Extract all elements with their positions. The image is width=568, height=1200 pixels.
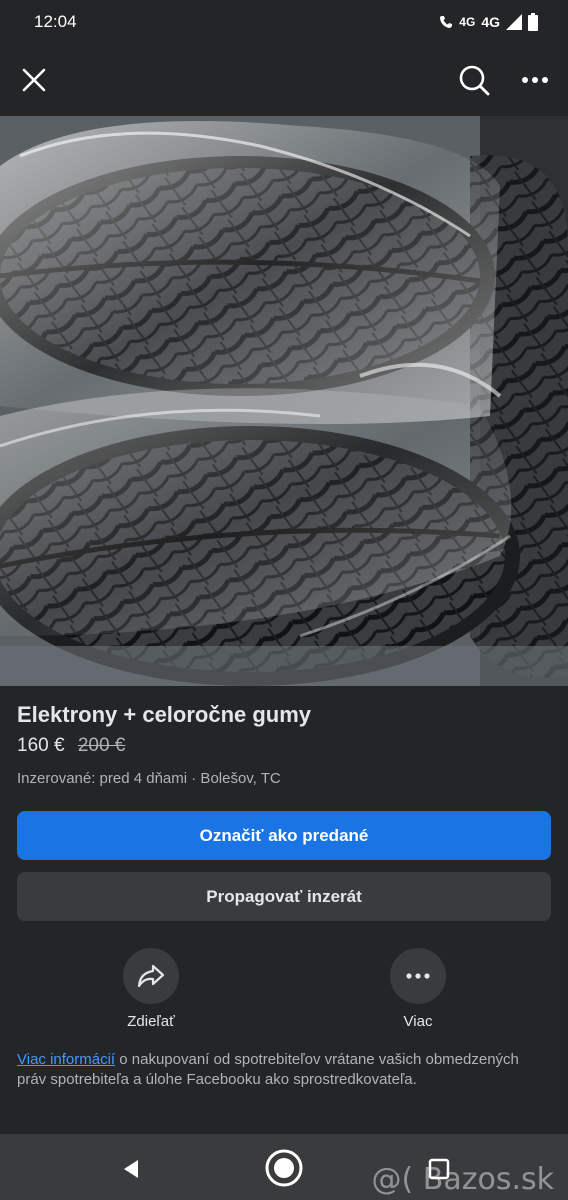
price-row: 160 € 200 € — [17, 735, 125, 757]
battery-icon — [528, 13, 538, 31]
more-button[interactable] — [515, 60, 555, 100]
share-button[interactable] — [123, 948, 179, 1004]
search-icon — [459, 65, 490, 96]
status-time: 12:04 — [34, 12, 77, 31]
listing-title: Elektrony + celoročne gumy — [17, 702, 312, 727]
back-button[interactable] — [114, 1152, 148, 1186]
mark-sold-button[interactable]: Označiť ako predané — [17, 811, 551, 860]
network-type-left: 4G — [459, 15, 476, 29]
more-info-link[interactable]: Viac informácií — [17, 1051, 115, 1068]
more-options-button[interactable] — [390, 948, 446, 1004]
status-icons: 4G 4G — [439, 11, 538, 33]
home-button[interactable] — [262, 1146, 306, 1190]
close-icon — [22, 68, 46, 92]
listing-price: 160 € — [17, 735, 65, 756]
share-icon — [137, 964, 165, 988]
share-label: Zdieľať — [127, 1013, 175, 1030]
tire-photo-image — [0, 116, 568, 686]
home-icon — [265, 1149, 303, 1187]
share-action[interactable]: Zdieľať — [106, 948, 196, 1030]
more-icon — [522, 77, 548, 83]
status-bar: 12:04 4G 4G — [0, 0, 568, 46]
more-dots-icon — [406, 973, 430, 979]
more-label: Viac — [403, 1013, 433, 1030]
watermark: @( Bazos.sk — [371, 1162, 554, 1197]
search-button[interactable] — [454, 60, 494, 100]
close-button[interactable] — [14, 60, 54, 100]
call-icon — [440, 16, 453, 28]
top-bar — [0, 46, 568, 116]
signal-icon — [506, 14, 522, 30]
listing-old-price: 200 € — [77, 735, 126, 756]
listing-photo[interactable] — [0, 116, 568, 686]
consumer-disclaimer: Viac informácií o nakupovaní od spotrebi… — [17, 1050, 552, 1090]
network-type-right: 4G — [481, 14, 500, 30]
listing-meta: Inzerované: pred 4 dňami · Bolešov, TC — [17, 770, 281, 787]
promote-listing-button[interactable]: Propagovať inzerát — [17, 872, 551, 921]
more-action[interactable]: Viac — [373, 948, 463, 1030]
back-icon — [124, 1160, 138, 1178]
